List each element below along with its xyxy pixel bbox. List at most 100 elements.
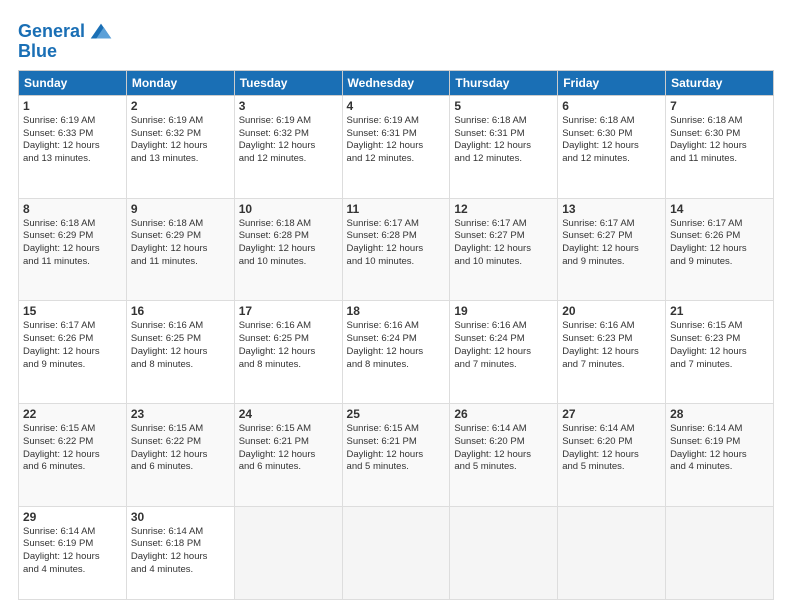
day-info-line: Daylight: 12 hours [347,346,446,359]
logo-icon [87,18,115,46]
day-info-line: Sunset: 6:32 PM [239,128,338,141]
day-number: 1 [23,99,122,113]
day-number: 21 [670,304,769,318]
day-info-line: Daylight: 12 hours [239,449,338,462]
calendar-day-cell: 4Sunrise: 6:19 AMSunset: 6:31 PMDaylight… [342,95,450,198]
day-info-line: Sunrise: 6:16 AM [239,320,338,333]
calendar-week-row: 29Sunrise: 6:14 AMSunset: 6:19 PMDayligh… [19,506,774,599]
calendar-day-cell: 28Sunrise: 6:14 AMSunset: 6:19 PMDayligh… [666,403,774,506]
day-info-line: Daylight: 12 hours [562,140,661,153]
day-number: 14 [670,202,769,216]
day-info-line: Sunset: 6:25 PM [131,333,230,346]
calendar-day-cell: 25Sunrise: 6:15 AMSunset: 6:21 PMDayligh… [342,403,450,506]
day-number: 7 [670,99,769,113]
calendar-day-header: Saturday [666,70,774,95]
day-number: 29 [23,510,122,524]
day-info-line: Sunrise: 6:15 AM [23,423,122,436]
day-info-line: Sunrise: 6:17 AM [562,218,661,231]
calendar-day-header: Sunday [19,70,127,95]
calendar-day-cell: 9Sunrise: 6:18 AMSunset: 6:29 PMDaylight… [126,198,234,301]
day-info-line: Sunset: 6:29 PM [131,230,230,243]
day-info-line: Sunrise: 6:19 AM [131,115,230,128]
day-info-line: Daylight: 12 hours [23,140,122,153]
calendar-day-cell [666,506,774,599]
day-info-line: Sunset: 6:28 PM [347,230,446,243]
day-info-line: and 12 minutes. [239,153,338,166]
day-info-line: Sunset: 6:32 PM [131,128,230,141]
calendar-day-header: Monday [126,70,234,95]
day-number: 11 [347,202,446,216]
day-info-line: Sunrise: 6:15 AM [239,423,338,436]
calendar-week-row: 15Sunrise: 6:17 AMSunset: 6:26 PMDayligh… [19,301,774,404]
header: General Blue [18,18,774,62]
calendar-day-cell: 19 Sunrise: 6:16 AMSunset: 6:24 PMDayligh… [450,301,558,404]
day-info-line: Daylight: 12 hours [131,551,230,564]
day-number: 18 [347,304,446,318]
day-info-line: Sunrise: 6:18 AM [670,115,769,128]
calendar-week-row: 1Sunrise: 6:19 AMSunset: 6:33 PMDaylight… [19,95,774,198]
calendar-day-cell: 3Sunrise: 6:19 AMSunset: 6:32 PMDaylight… [234,95,342,198]
day-info-line: Sunrise: 6:14 AM [670,423,769,436]
day-info-line: Daylight: 12 hours [23,243,122,256]
day-info-line: Daylight: 12 hours [562,346,661,359]
day-info-line: Sunset: 6:18 PM [131,538,230,551]
day-info-line: Sunrise: 6:18 AM [562,115,661,128]
day-info-line: and 7 minutes. [670,359,769,372]
calendar-day-header: Tuesday [234,70,342,95]
day-info-line: Sunset: 6:24 PM [454,333,553,346]
day-info-line: Daylight: 12 hours [347,243,446,256]
calendar-week-row: 22Sunrise: 6:15 AMSunset: 6:22 PMDayligh… [19,403,774,506]
day-number: 24 [239,407,338,421]
day-info-line: and 8 minutes. [347,359,446,372]
day-info-line: Sunrise: 6:16 AM [131,320,230,333]
day-info-line: Daylight: 12 hours [454,346,553,359]
day-info-line: and 7 minutes. [454,359,553,372]
day-info-line: and 9 minutes. [562,256,661,269]
day-number: 15 [23,304,122,318]
day-info-line: Daylight: 12 hours [670,346,769,359]
day-info-line: Daylight: 12 hours [562,243,661,256]
day-number: 8 [23,202,122,216]
day-info-line: Sunset: 6:26 PM [23,333,122,346]
day-info-line: Sunset: 6:31 PM [347,128,446,141]
day-number: 19 [454,304,553,318]
day-number: 27 [562,407,661,421]
calendar-day-cell [558,506,666,599]
day-number: 17 [239,304,338,318]
calendar-table: SundayMondayTuesdayWednesdayThursdayFrid… [18,70,774,600]
day-info-line: Daylight: 12 hours [239,140,338,153]
day-info-line: and 7 minutes. [562,359,661,372]
calendar-day-cell: 24 Sunrise: 6:15 AMSunset: 6:21 PMDayligh… [234,403,342,506]
day-info-line: and 11 minutes. [23,256,122,269]
day-info-line: Daylight: 12 hours [347,140,446,153]
calendar-day-cell: 22Sunrise: 6:15 AMSunset: 6:22 PMDayligh… [19,403,127,506]
day-info-line: Sunset: 6:27 PM [562,230,661,243]
day-number: 2 [131,99,230,113]
day-info-line: Daylight: 12 hours [454,243,553,256]
day-info-line: Daylight: 12 hours [562,449,661,462]
calendar-day-header: Wednesday [342,70,450,95]
day-info-line: Sunset: 6:30 PM [670,128,769,141]
calendar-day-cell: 7 Sunrise: 6:18 AMSunset: 6:30 PMDaylight… [666,95,774,198]
day-info-line: Sunset: 6:28 PM [239,230,338,243]
day-info-line: Sunset: 6:20 PM [562,436,661,449]
day-info-line: Daylight: 12 hours [670,140,769,153]
day-info-line: and 11 minutes. [131,256,230,269]
day-info-line: Sunrise: 6:16 AM [454,320,553,333]
day-info-line: Daylight: 12 hours [454,449,553,462]
day-number: 10 [239,202,338,216]
day-number: 13 [562,202,661,216]
day-info-line: and 10 minutes. [347,256,446,269]
day-info-line: Daylight: 12 hours [23,346,122,359]
day-info-line: Sunrise: 6:14 AM [562,423,661,436]
day-info-line: and 6 minutes. [131,461,230,474]
day-info-line: Daylight: 12 hours [23,449,122,462]
day-info-line: Sunset: 6:21 PM [239,436,338,449]
day-info-line: Sunrise: 6:18 AM [239,218,338,231]
calendar-day-cell: 11Sunrise: 6:17 AMSunset: 6:28 PMDayligh… [342,198,450,301]
day-info-line: Sunrise: 6:14 AM [23,526,122,539]
day-info-line: Daylight: 12 hours [131,243,230,256]
calendar-day-cell: 30Sunrise: 6:14 AMSunset: 6:18 PMDayligh… [126,506,234,599]
calendar-day-cell: 17Sunrise: 6:16 AMSunset: 6:25 PMDayligh… [234,301,342,404]
day-info-line: Sunset: 6:22 PM [23,436,122,449]
